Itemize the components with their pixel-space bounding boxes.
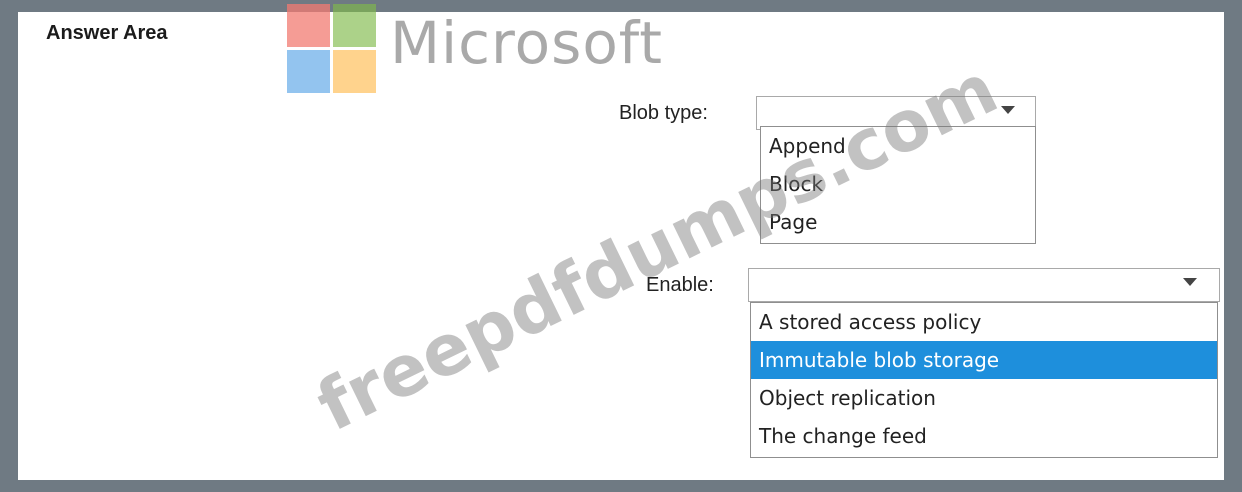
chevron-down-icon[interactable] [1183, 278, 1197, 286]
enable-option-object-replication[interactable]: Object replication [751, 379, 1217, 417]
logo-green-square [333, 4, 376, 47]
enable-option-change-feed[interactable]: The change feed [751, 417, 1217, 455]
logo-yellow-square [333, 50, 376, 93]
logo-blue-square [287, 50, 330, 93]
logo-wordmark: Microsoft [390, 9, 663, 77]
enable-options: A stored access policy Immutable blob st… [750, 302, 1218, 458]
logo-red-square [287, 4, 330, 47]
answer-area-heading: Answer Area [46, 22, 168, 44]
blob-type-label: Blob type: [619, 102, 708, 124]
enable-option-immutable-blob-storage[interactable]: Immutable blob storage [751, 341, 1217, 379]
enable-option-stored-access-policy[interactable]: A stored access policy [751, 303, 1217, 341]
enable-dropdown[interactable] [748, 268, 1220, 302]
